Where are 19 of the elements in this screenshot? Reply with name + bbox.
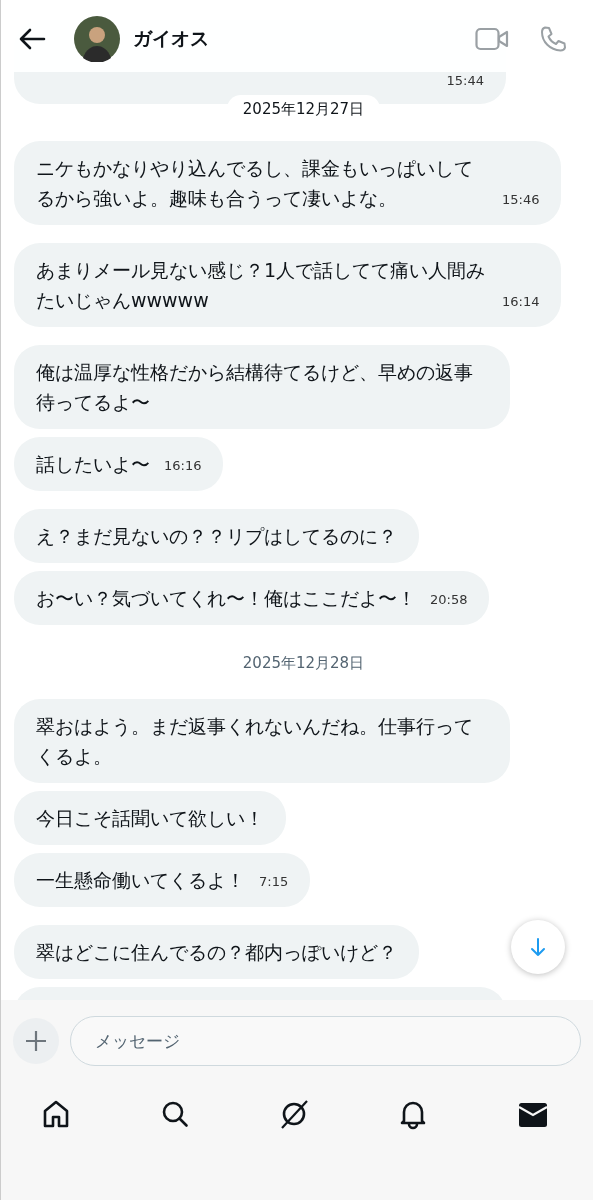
message-text: あまりメール見ない感じ？1人で話してて痛い人間みたいじゃんwwwww	[36, 258, 487, 313]
message-text: 今日こそ話聞いて欲しい！	[36, 806, 264, 831]
date-label: 2025年12月28日	[242, 653, 365, 674]
message-time: 20:58	[430, 591, 468, 609]
message-time: 7:15	[259, 873, 289, 891]
message-time: 16:16	[164, 457, 202, 475]
message-text: 翠おはよう。まだ返事くれないんだね。仕事行ってくるよ。	[36, 714, 474, 769]
message-text: お〜い？気づいてくれ〜！俺はここだよ〜！	[36, 586, 416, 611]
message-time: 15:46	[502, 191, 540, 209]
message-time: 16:14	[502, 293, 540, 311]
message-text: ニケもかなりやり込んでるし、課金もいっぱいしてるから強いよ。趣味も合うって凄いよな。	[36, 156, 474, 211]
message-text: 話したいよ〜	[36, 452, 150, 477]
message-time: 15:44	[446, 72, 484, 90]
message-text: 俺は温厚な性格だから結構待てるけど、早めの返事待ってるよ〜	[36, 360, 474, 415]
message-field[interactable]: メッセージ	[70, 1016, 581, 1066]
message-text: 一生懸命働いてくるよ！	[36, 868, 245, 893]
contact-name: ガイオス	[133, 26, 209, 51]
message-text: え？まだ見ないの？？リプはしてるのに？	[36, 524, 397, 549]
message-text: 翠はどこに住んでるの？都内っぽいけど？	[36, 940, 397, 965]
